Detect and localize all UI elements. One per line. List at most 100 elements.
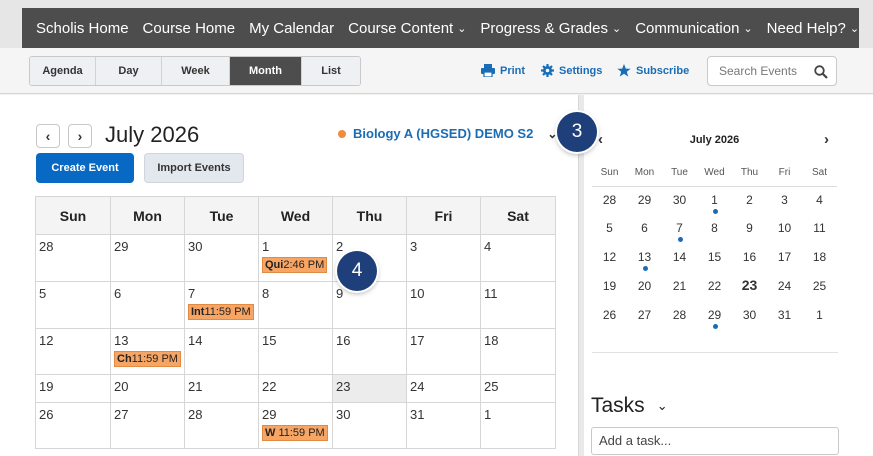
day-cell[interactable]: 30 (332, 402, 407, 449)
day-cell[interactable]: 6 (110, 281, 185, 329)
day-cell[interactable]: 8 (258, 281, 333, 329)
view-tab-month[interactable]: Month (230, 57, 302, 85)
view-tab-list[interactable]: List (302, 57, 360, 85)
calendar-event[interactable]: Ch11:59 PM (114, 351, 181, 367)
mini-day[interactable]: 1 (697, 186, 732, 215)
day-cell[interactable]: 3 (406, 234, 481, 282)
mini-day[interactable]: 1 (802, 302, 837, 331)
day-cell[interactable]: 7 Int11:59 PM (184, 281, 259, 329)
mini-day[interactable]: 3 (767, 186, 802, 215)
day-cell[interactable]: 24 (406, 374, 481, 403)
mini-day[interactable]: 29 (627, 186, 662, 215)
mini-day[interactable]: 24 (767, 273, 802, 302)
import-events-button[interactable]: Import Events (144, 153, 244, 183)
day-cell[interactable]: 19 (35, 374, 111, 403)
day-cell[interactable]: 11 (480, 281, 556, 329)
day-cell[interactable]: 30 (184, 234, 259, 282)
add-task-input[interactable]: Add a task... (591, 427, 839, 455)
day-cell[interactable]: 27 (110, 402, 185, 449)
mini-day[interactable]: 6 (627, 215, 662, 244)
mini-day[interactable]: 18 (802, 244, 837, 273)
mini-day[interactable]: 14 (662, 244, 697, 273)
day-cell[interactable]: 21 (184, 374, 259, 403)
day-cell[interactable]: 1 (480, 402, 556, 449)
day-number: 7 (188, 286, 196, 301)
day-cell[interactable]: 28 (184, 402, 259, 449)
mini-day[interactable]: 13 (627, 244, 662, 273)
search-events-input[interactable]: Search Events (707, 56, 837, 86)
mini-day[interactable]: 15 (697, 244, 732, 273)
calendar-event[interactable]: Int11:59 PM (188, 304, 254, 320)
day-cell[interactable]: 14 (184, 328, 259, 375)
nav-item-3[interactable]: Course Content ⌄ (348, 20, 466, 37)
nav-item-4[interactable]: Progress & Grades ⌄ (480, 20, 621, 37)
day-cell[interactable]: 4 (480, 234, 556, 282)
mini-day[interactable]: 16 (732, 244, 767, 273)
mini-day[interactable]: 30 (662, 186, 697, 215)
mini-day[interactable]: 20 (627, 273, 662, 302)
mini-day[interactable]: 21 (662, 273, 697, 302)
prev-month-button[interactable]: ‹ (36, 124, 60, 148)
mini-day[interactable]: 22 (697, 273, 732, 302)
settings-link[interactable]: Settings (541, 64, 602, 77)
course-selector[interactable]: Biology A (HGSED) DEMO S2 ⌄ (338, 126, 557, 141)
day-cell[interactable]: 1 Qui2:46 PM (258, 234, 333, 282)
tasks-heading[interactable]: Tasks ⌄ (591, 394, 668, 418)
mini-day[interactable]: 29 (697, 302, 732, 331)
view-tab-day[interactable]: Day (96, 57, 162, 85)
mini-day[interactable]: 17 (767, 244, 802, 273)
mini-day[interactable]: 31 (767, 302, 802, 331)
day-cell[interactable]: 29 (110, 234, 185, 282)
mini-day[interactable]: 27 (627, 302, 662, 331)
calendar-event[interactable]: Qui2:46 PM (262, 257, 328, 273)
day-cell[interactable]: 15 (258, 328, 333, 375)
mini-day[interactable]: 2 (732, 186, 767, 215)
mini-day[interactable]: 26 (592, 302, 627, 331)
mini-day[interactable]: 11 (802, 215, 837, 244)
day-cell[interactable]: 9 (332, 281, 407, 329)
view-tab-week[interactable]: Week (162, 57, 230, 85)
nav-item-2[interactable]: My Calendar (249, 20, 334, 37)
calendar-event[interactable]: W 11:59 PM (262, 425, 328, 441)
mini-day[interactable]: 28 (662, 302, 697, 331)
day-cell[interactable]: 23 (332, 374, 407, 403)
day-cell[interactable]: 17 (406, 328, 481, 375)
day-cell[interactable]: 16 (332, 328, 407, 375)
print-link[interactable]: Print (481, 64, 525, 77)
day-cell[interactable]: 10 (406, 281, 481, 329)
view-tab-agenda[interactable]: Agenda (30, 57, 96, 85)
day-number: 17 (410, 333, 425, 348)
create-event-button[interactable]: Create Event (36, 153, 134, 183)
mini-day[interactable]: 23 (732, 273, 767, 302)
nav-item-6[interactable]: Need Help? ⌄ (767, 20, 859, 37)
mini-day[interactable]: 8 (697, 215, 732, 244)
search-icon[interactable] (814, 65, 828, 79)
day-cell[interactable]: 20 (110, 374, 185, 403)
nav-item-5[interactable]: Communication ⌄ (635, 20, 752, 37)
day-cell[interactable]: 28 (35, 234, 111, 282)
mini-day[interactable]: 5 (592, 215, 627, 244)
day-cell[interactable]: 18 (480, 328, 556, 375)
day-cell[interactable]: 26 (35, 402, 111, 449)
day-cell[interactable]: 29 W 11:59 PM (258, 402, 333, 449)
mini-day[interactable]: 4 (802, 186, 837, 215)
mini-day[interactable]: 30 (732, 302, 767, 331)
day-cell[interactable]: 5 (35, 281, 111, 329)
mini-day[interactable]: 7 (662, 215, 697, 244)
day-cell[interactable]: 13 Ch11:59 PM (110, 328, 185, 375)
mini-day[interactable]: 19 (592, 273, 627, 302)
day-cell[interactable]: 22 (258, 374, 333, 403)
mini-day[interactable]: 28 (592, 186, 627, 215)
day-cell[interactable]: 12 (35, 328, 111, 375)
mini-day[interactable]: 10 (767, 215, 802, 244)
day-cell[interactable]: 31 (406, 402, 481, 449)
nav-item-1[interactable]: Course Home (143, 20, 236, 37)
day-cell[interactable]: 25 (480, 374, 556, 403)
mini-day[interactable]: 12 (592, 244, 627, 273)
subscribe-link[interactable]: Subscribe (617, 64, 689, 77)
nav-item-0[interactable]: Scholis Home (36, 20, 129, 37)
mini-day[interactable]: 9 (732, 215, 767, 244)
mini-next-month-button[interactable]: › (824, 131, 829, 148)
mini-day[interactable]: 25 (802, 273, 837, 302)
next-month-button[interactable]: › (68, 124, 92, 148)
